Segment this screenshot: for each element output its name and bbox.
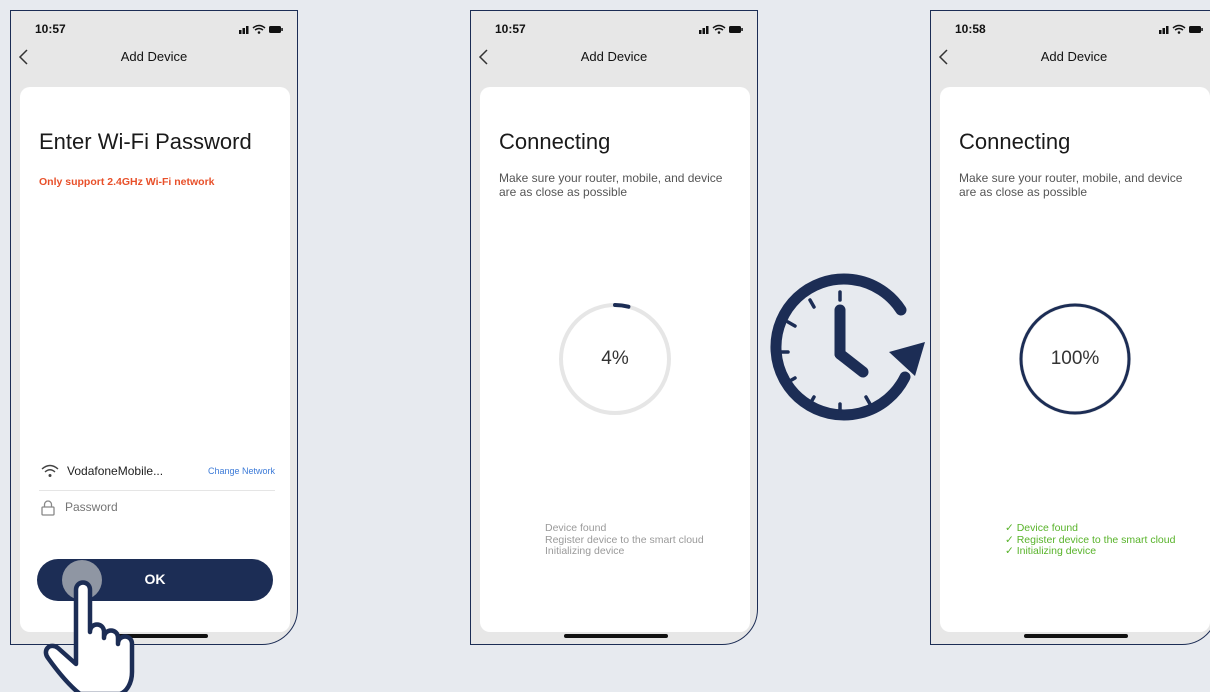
header-title: Add Device	[120, 49, 188, 64]
status-icons	[1159, 24, 1203, 34]
content-card: Enter Wi-Fi Password Only support 2.4GHz…	[20, 87, 290, 632]
network-name: VodafoneMobile...	[67, 464, 164, 478]
page-title: Connecting	[959, 129, 1071, 154]
header-title: Add Device	[580, 49, 648, 64]
change-network-link[interactable]: Change Network	[208, 466, 275, 476]
back-chevron-icon[interactable]	[937, 49, 951, 65]
clock-refresh-icon	[770, 273, 925, 421]
status-time: 10:57	[35, 22, 66, 36]
wifi-icon	[41, 464, 59, 477]
nav-header: Add Device	[471, 49, 757, 71]
content-card: Connecting Make sure your router, mobile…	[480, 87, 750, 632]
step-device-found: ✓ Device found	[1005, 522, 1079, 534]
header-title: Add Device	[1040, 49, 1108, 64]
status-time: 10:57	[495, 22, 526, 36]
home-indicator	[1024, 634, 1128, 638]
status-bar: 10:58	[931, 22, 1210, 38]
wifi-network-row: VodafoneMobile... Change Network	[39, 464, 275, 491]
status-bar: 10:57	[471, 22, 757, 38]
status-time: 10:58	[955, 22, 986, 36]
connection-steps: ✓ Device found ✓ Register device to the …	[1005, 522, 1175, 558]
step-initializing: ✓ Initializing device	[1005, 545, 1097, 557]
phone-screen-wifi-password: 10:57 Add Device Enter Wi-Fi Password On…	[10, 10, 298, 645]
nav-header: Add Device	[931, 49, 1210, 71]
progress-percent: 100%	[1050, 348, 1100, 369]
content-card: Connecting Make sure your router, mobile…	[940, 87, 1210, 632]
hand-pointer-icon	[43, 580, 135, 692]
phone-screen-connecting-start: 10:57 Add Device Connecting Make sure yo…	[470, 10, 758, 645]
lock-icon	[41, 500, 55, 516]
status-icons	[699, 24, 743, 34]
phone-screen-connecting-complete: 10:58 Add Device Connecting Make sure yo…	[930, 10, 1210, 645]
status-bar: 10:57	[11, 22, 297, 38]
connection-steps: Device found Register device to the smar…	[545, 522, 704, 558]
progress-percent: 4%	[601, 348, 629, 369]
password-row	[39, 500, 275, 520]
back-chevron-icon[interactable]	[477, 49, 491, 65]
page-title: Enter Wi-Fi Password	[39, 129, 252, 154]
password-input[interactable]	[65, 500, 265, 514]
status-icons	[239, 24, 283, 34]
back-chevron-icon[interactable]	[17, 49, 31, 65]
home-indicator	[564, 634, 668, 638]
network-warning: Only support 2.4GHz Wi-Fi network	[39, 176, 215, 188]
connecting-description: Make sure your router, mobile, and devic…	[499, 171, 723, 199]
nav-header: Add Device	[11, 49, 297, 71]
step-device-found: Device found	[545, 522, 607, 534]
connecting-description: Make sure your router, mobile, and devic…	[959, 171, 1183, 199]
step-initializing: Initializing device	[545, 545, 625, 557]
page-title: Connecting	[499, 129, 611, 154]
